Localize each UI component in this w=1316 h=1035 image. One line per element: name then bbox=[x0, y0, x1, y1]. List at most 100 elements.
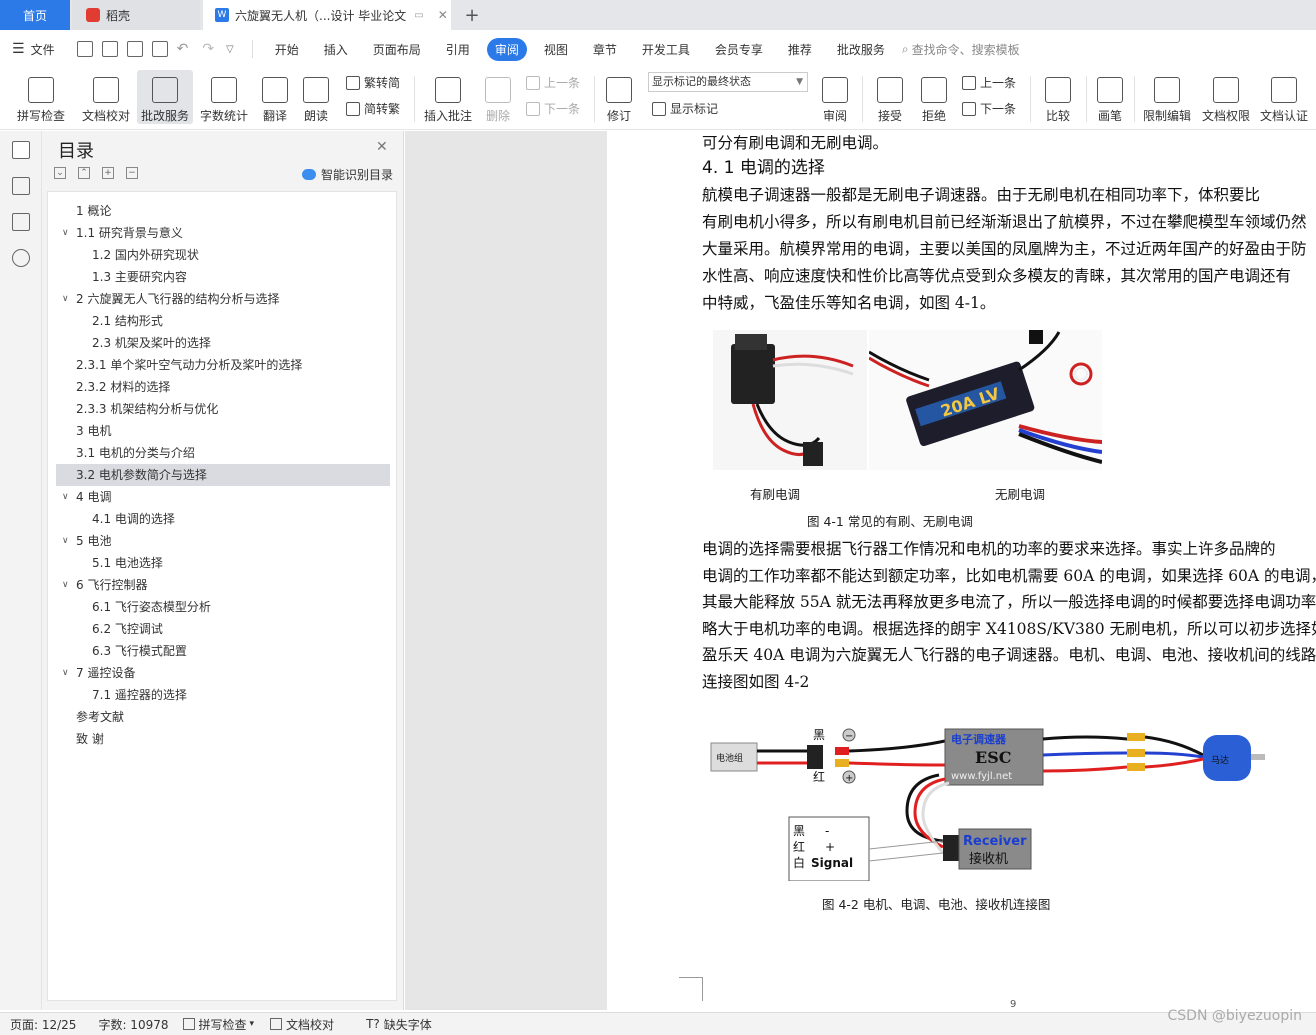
chevron-down-icon[interactable]: ∨ bbox=[62, 288, 69, 310]
quick-access-dropdown-icon[interactable]: ▽ bbox=[226, 44, 234, 55]
toc-item[interactable]: 1.2 国内外研究现状 bbox=[56, 244, 390, 266]
chevron-down-icon[interactable]: ∨ bbox=[62, 530, 69, 552]
word-count[interactable]: 字数: 10978 bbox=[98, 1016, 168, 1033]
translate-button[interactable]: 翻译 bbox=[256, 70, 294, 124]
print-icon[interactable] bbox=[126, 41, 143, 57]
hamburger-icon[interactable]: ☰ bbox=[12, 41, 25, 57]
undo-icon[interactable]: ↶ bbox=[177, 41, 189, 57]
tab-document[interactable]: W 六旋翼无人机（...设计 毕业论文 ▭ ✕ bbox=[203, 0, 451, 30]
accept-button[interactable]: 接受 bbox=[870, 70, 910, 124]
simp-to-trad-button[interactable]: 简转繁 bbox=[346, 100, 400, 117]
compare-button[interactable]: 比较 bbox=[1038, 70, 1078, 124]
toc-item[interactable]: ∨ 5 电池 bbox=[56, 530, 390, 552]
close-icon[interactable]: ✕ bbox=[376, 139, 388, 155]
menu-layout[interactable]: 页面布局 bbox=[365, 38, 429, 61]
toc-item[interactable]: 2.3.2 材料的选择 bbox=[56, 376, 390, 398]
toc-item[interactable]: 2.3.1 单个桨叶空气动力分析及桨叶的选择 bbox=[56, 354, 390, 376]
wordcount-button[interactable]: 字数统计 bbox=[198, 70, 250, 124]
search-icon[interactable] bbox=[12, 249, 30, 267]
toc-item[interactable]: 7.1 遥控器的选择 bbox=[56, 684, 390, 706]
doc-cert-button[interactable]: 文档认证 bbox=[1258, 70, 1310, 124]
document-page[interactable]: 可分有刷电调和无刷电调。 4. 1 电调的选择 航模电子调速器一般都是无刷电子调… bbox=[607, 131, 1316, 1010]
insert-comment-button[interactable]: 插入批注 bbox=[422, 70, 474, 124]
menu-developer[interactable]: 开发工具 bbox=[634, 38, 698, 61]
status-spellcheck[interactable]: 拼写检查 ▾ bbox=[182, 1016, 254, 1033]
menu-start[interactable]: 开始 bbox=[267, 38, 307, 61]
toc-item[interactable]: 6.1 飞行姿态模型分析 bbox=[56, 596, 390, 618]
status-missing-font[interactable]: T? 缺失字体 bbox=[366, 1016, 432, 1033]
restrict-edit-button[interactable]: 限制编辑 bbox=[1140, 70, 1194, 124]
menu-file[interactable]: 文件 bbox=[29, 38, 63, 61]
toc-item[interactable]: 3 电机 bbox=[56, 420, 390, 442]
chevron-down-icon[interactable]: ∨ bbox=[62, 662, 69, 684]
toc-item[interactable]: 3.1 电机的分类与介绍 bbox=[56, 442, 390, 464]
redo-icon[interactable]: ↷ bbox=[202, 41, 214, 57]
chevron-down-icon[interactable]: ∨ bbox=[62, 574, 69, 596]
tab-home[interactable]: 首页 bbox=[0, 0, 70, 30]
smart-toc-button[interactable]: 智能识别目录 bbox=[302, 166, 393, 183]
revise-button[interactable]: 修订 bbox=[600, 70, 638, 124]
spellcheck-button[interactable]: 拼写检查 bbox=[10, 70, 72, 124]
toc-item[interactable]: 1 概论 bbox=[56, 200, 390, 222]
toc-item[interactable]: 6.2 飞控调试 bbox=[56, 618, 390, 640]
chapter-nav-icon[interactable] bbox=[12, 177, 30, 195]
doccheck-button[interactable]: 文档校对 bbox=[80, 70, 132, 124]
toc-item[interactable]: 2.1 结构形式 bbox=[56, 310, 390, 332]
reject-button[interactable]: 拒绝 bbox=[914, 70, 954, 124]
next-comment-button[interactable]: 下一条 bbox=[526, 100, 580, 117]
menu-insert[interactable]: 插入 bbox=[316, 38, 356, 61]
prev-change-button[interactable]: 上一条 bbox=[962, 74, 1016, 91]
bookmark-icon[interactable] bbox=[12, 213, 30, 231]
next-change-button[interactable]: 下一条 bbox=[962, 100, 1016, 117]
expand-all-icon[interactable]: ⌃ bbox=[78, 167, 90, 179]
menu-member[interactable]: 会员专享 bbox=[707, 38, 771, 61]
collapse-all-icon[interactable]: ⌄ bbox=[54, 167, 66, 179]
toc-item[interactable]: 3.2 电机参数简介与选择 bbox=[56, 464, 390, 486]
doc-permission-button[interactable]: 文档权限 bbox=[1200, 70, 1252, 124]
menu-recommend[interactable]: 推荐 bbox=[780, 38, 820, 61]
command-search[interactable]: ⌕ 查找命令、搜索模板 bbox=[902, 41, 1020, 58]
toc-item[interactable]: 4.1 电调的选择 bbox=[56, 508, 390, 530]
pen-button[interactable]: 画笔 bbox=[1094, 70, 1126, 124]
mark-state-select[interactable]: 显示标记的最终状态 ▼ bbox=[648, 72, 808, 92]
menu-review[interactable]: 审阅 bbox=[486, 37, 527, 61]
save-icon[interactable] bbox=[76, 41, 93, 57]
delete-comment-button[interactable]: 删除 bbox=[480, 70, 516, 124]
read-aloud-button[interactable]: 朗读 bbox=[300, 70, 332, 124]
toc-item[interactable]: 6.3 飞行模式配置 bbox=[56, 640, 390, 662]
toc-item[interactable]: 1.3 主要研究内容 bbox=[56, 266, 390, 288]
toc-item[interactable]: 2.3.3 机架结构分析与优化 bbox=[56, 398, 390, 420]
review-service-button[interactable]: 批改服务 bbox=[137, 70, 193, 124]
add-heading-icon[interactable]: + bbox=[102, 167, 114, 179]
toc-item[interactable]: ∨ 6 飞行控制器 bbox=[56, 574, 390, 596]
toc-item[interactable]: 2.3 机架及桨叶的选择 bbox=[56, 332, 390, 354]
toc-item[interactable]: ∨ 2 六旋翼无人飞行器的结构分析与选择 bbox=[56, 288, 390, 310]
status-proofread[interactable]: 文档校对 bbox=[270, 1016, 334, 1033]
export-pdf-icon[interactable] bbox=[101, 41, 118, 57]
toc-item[interactable]: ∨ 4 电调 bbox=[56, 486, 390, 508]
trad-to-simp-button[interactable]: 繁转简 bbox=[346, 74, 400, 91]
print-preview-icon[interactable] bbox=[151, 41, 168, 57]
menu-view[interactable]: 视图 bbox=[536, 38, 576, 61]
tab-daoke[interactable]: 稻壳 bbox=[72, 0, 200, 30]
toc-item[interactable]: 致 谢 bbox=[56, 728, 390, 750]
review-pane-button[interactable]: 审阅 bbox=[816, 70, 854, 124]
toc-item[interactable]: ∨ 7 遥控设备 bbox=[56, 662, 390, 684]
menu-reference[interactable]: 引用 bbox=[438, 38, 478, 61]
menu-chapter[interactable]: 章节 bbox=[585, 38, 625, 61]
close-tab-icon[interactable]: ✕ bbox=[438, 8, 448, 22]
toc-item[interactable]: 参考文献 bbox=[56, 706, 390, 728]
toc-item[interactable]: 5.1 电池选择 bbox=[56, 552, 390, 574]
toc-item[interactable]: ∨ 1.1 研究背景与意义 bbox=[56, 222, 390, 244]
chevron-down-icon[interactable]: ∨ bbox=[62, 486, 69, 508]
new-tab-button[interactable]: + bbox=[462, 0, 482, 30]
show-marks-button[interactable]: 显示标记 bbox=[652, 100, 718, 117]
monitor-icon[interactable]: ▭ bbox=[414, 10, 423, 21]
remove-heading-icon[interactable]: − bbox=[126, 167, 138, 179]
menu-review-service[interactable]: 批改服务 bbox=[829, 38, 893, 61]
chevron-down-icon[interactable]: ∨ bbox=[62, 222, 69, 244]
page-indicator[interactable]: 页面: 12/25 bbox=[10, 1016, 76, 1033]
prev-comment-button[interactable]: 上一条 bbox=[526, 74, 580, 91]
trad-to-simp-icon bbox=[346, 75, 360, 90]
toc-pane-icon[interactable] bbox=[12, 141, 30, 159]
